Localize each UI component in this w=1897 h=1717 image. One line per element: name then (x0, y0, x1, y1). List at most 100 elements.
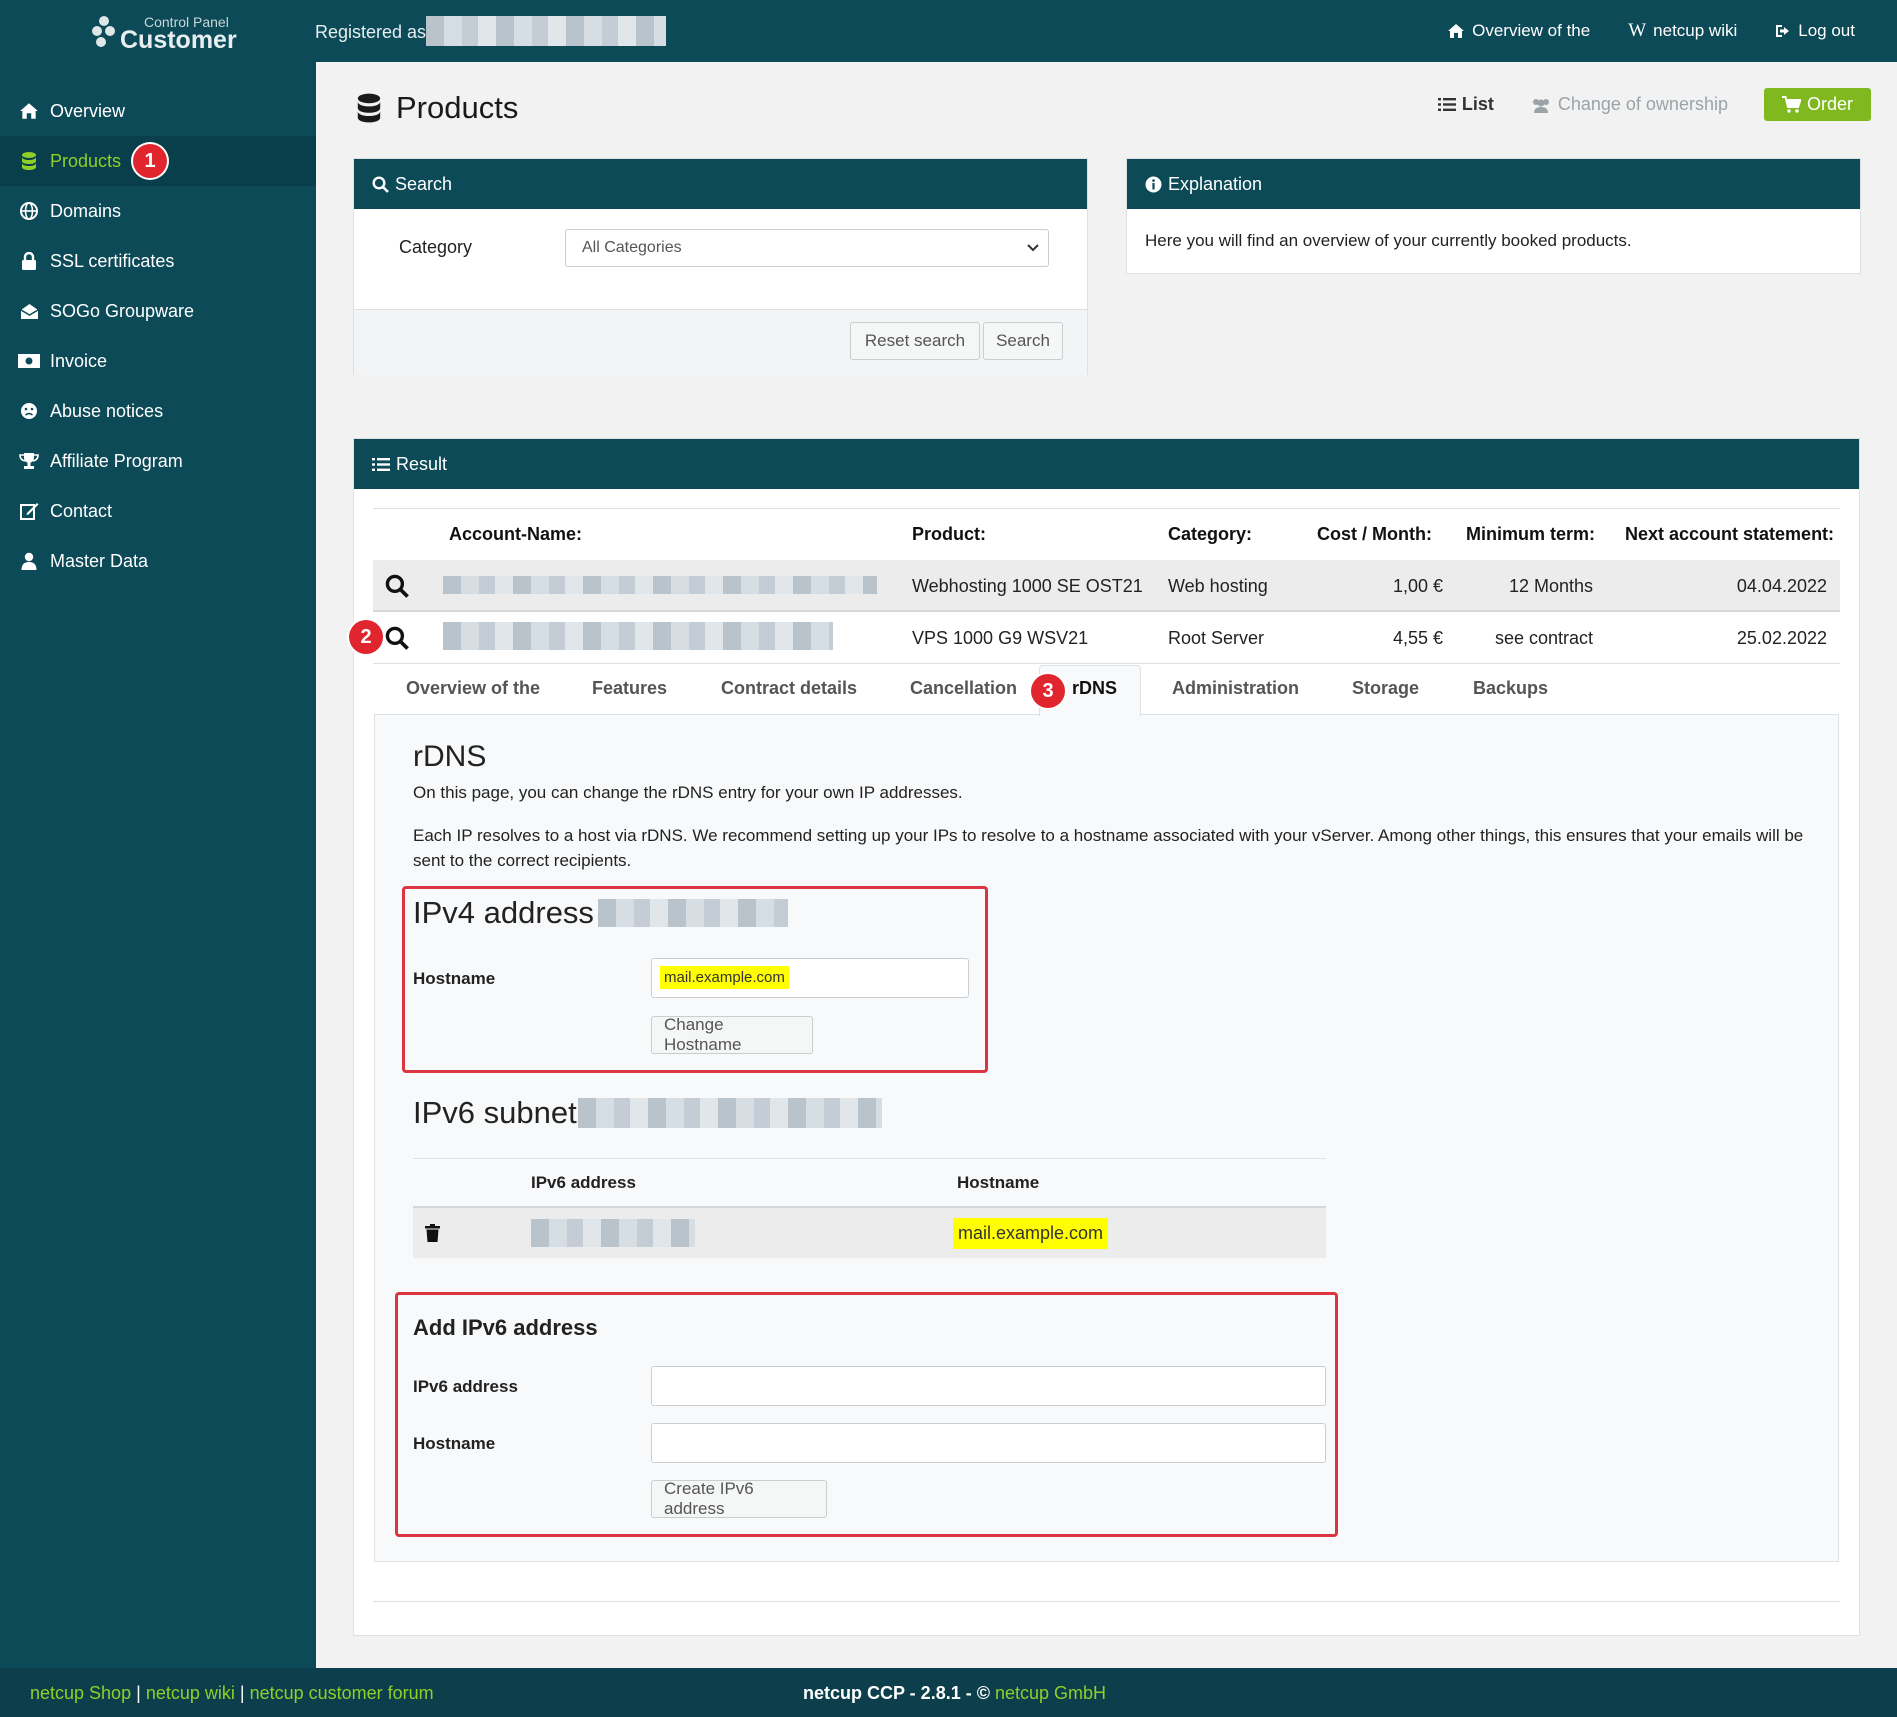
netcup-shop-link[interactable]: netcup Shop (30, 1683, 131, 1703)
row-next-statement: 04.04.2022 (1736, 576, 1827, 596)
database-icon (357, 93, 381, 123)
result-bottom-divider (373, 1601, 1840, 1602)
explanation-text: Here you will find an overview of your c… (1145, 231, 1632, 250)
netcup-wiki-footer-link[interactable]: netcup wiki (146, 1683, 235, 1703)
step-badge-1: 1 (133, 144, 168, 178)
add-hostname-input[interactable] (651, 1423, 1326, 1463)
sidebar-item-contact[interactable]: Contact (0, 486, 316, 536)
tab-contract-details[interactable]: Contract details (721, 678, 857, 699)
users-icon (1532, 98, 1549, 113)
list-button-label: List (1461, 94, 1494, 114)
result-panel-title: Result (396, 453, 448, 474)
home-icon (1448, 24, 1465, 38)
tab-backups[interactable]: Backups (1473, 678, 1548, 699)
trash-icon[interactable] (425, 1224, 440, 1242)
create-ipv6-address-button[interactable]: Create IPv6 address (651, 1479, 827, 1518)
page-title-text: Products (396, 90, 519, 125)
registered-as-label: Registered as (315, 22, 427, 42)
wikipedia-icon: W (1628, 20, 1647, 41)
tab-overview[interactable]: Overview of the (406, 678, 540, 699)
ipv4-hostname-label: Hostname (413, 969, 496, 988)
rdns-heading: rDNS (413, 740, 487, 773)
sidebar-item-label: Contact (50, 500, 113, 521)
list-button[interactable]: List (1437, 94, 1494, 115)
database-icon (18, 151, 40, 171)
sidebar-item-label: Products (50, 150, 122, 171)
redacted-ipv4-address (598, 899, 788, 927)
table-row[interactable]: VPS 1000 G9 WSV21 Root Server 4,55 € see… (373, 612, 1840, 664)
change-of-ownership-button[interactable]: Change of ownership (1530, 94, 1728, 115)
step-badge-2: 2 (349, 620, 383, 654)
column-account-name: Account-Name: (449, 524, 583, 544)
order-button[interactable]: Order (1763, 88, 1871, 121)
sidebar-item-domains[interactable]: Domains (0, 186, 316, 236)
tab-storage[interactable]: Storage (1352, 678, 1419, 699)
sidebar-item-products[interactable]: Products 1 (0, 136, 316, 186)
sidebar-item-affiliate-program[interactable]: Affiliate Program (0, 436, 316, 486)
row-product: Webhosting 1000 SE OST21 (912, 576, 1143, 596)
row-cost: 1,00 € (1392, 576, 1443, 596)
netcup-wiki-link[interactable]: W netcup wiki (1628, 20, 1737, 42)
sidebar-item-invoice[interactable]: Invoice (0, 336, 316, 386)
change-hostname-button[interactable]: Change Hostname (651, 1015, 813, 1054)
sidebar-item-overview[interactable]: Overview (0, 86, 316, 136)
info-icon (1145, 176, 1162, 192)
add-ipv6-address-input[interactable] (651, 1366, 1326, 1406)
ipv6-subnet-heading: IPv6 subnet (413, 1095, 577, 1130)
sidebar-item-abuse-notices[interactable]: Abuse notices (0, 386, 316, 436)
overview-link[interactable]: Overview of the (1447, 20, 1590, 42)
category-select[interactable]: All Categories (565, 229, 1049, 267)
list-icon (372, 457, 390, 471)
page-title: Products (356, 90, 518, 126)
row-next-statement: 25.02.2022 (1736, 628, 1827, 648)
sidebar-item-label: Affiliate Program (50, 450, 183, 471)
customer-control-panel-logo[interactable]: Control Panel Customer (88, 10, 238, 54)
tab-administration[interactable]: Administration (1172, 678, 1299, 699)
sidebar-item-label: Overview (50, 100, 126, 121)
tab-features[interactable]: Features (592, 678, 667, 699)
list-icon (1437, 98, 1456, 111)
globe-icon (18, 201, 40, 221)
explanation-panel-header: Explanation (1127, 159, 1860, 209)
change-of-ownership-label: Change of ownership (1557, 94, 1728, 114)
explanation-panel-title: Explanation (1168, 173, 1263, 194)
logout-link[interactable]: Log out (1775, 20, 1855, 42)
home-icon (18, 101, 40, 121)
reset-search-button[interactable]: Reset search (850, 322, 980, 360)
step-badge-3: 3 (1031, 674, 1065, 708)
trophy-icon (18, 451, 40, 471)
sidebar-item-sogo-groupware[interactable]: SOGo Groupware (0, 286, 316, 336)
customer-forum-link[interactable]: netcup customer forum (250, 1683, 434, 1703)
redacted-account-name (443, 622, 833, 650)
netcup-gmbh-link[interactable]: netcup GmbH (995, 1683, 1106, 1703)
tab-rdns[interactable]: rDNS (1072, 678, 1117, 699)
sidebar-item-master-data[interactable]: Master Data (0, 536, 316, 586)
add-hostname-label: Hostname (413, 1434, 496, 1453)
search-button[interactable]: Search (983, 322, 1063, 360)
sidebar-item-label: Master Data (50, 550, 149, 571)
footer-separator: | (136, 1683, 141, 1703)
add-ipv6-heading: Add IPv6 address (413, 1315, 598, 1340)
search-icon[interactable] (385, 626, 409, 650)
sidebar: Overview Products 1 Domains SSL certific… (0, 62, 316, 1668)
ipv4-hostname-value: mail.example.com (660, 966, 789, 989)
frown-icon (18, 401, 40, 421)
overview-link-label: Overview of the (1472, 21, 1591, 40)
envelope-open-icon (18, 301, 40, 321)
sidebar-item-label: Invoice (50, 350, 108, 371)
column-next-account-statement: Next account statement: (1625, 524, 1835, 544)
column-cost-month: Cost / Month: (1317, 524, 1432, 544)
ipv4-hostname-input[interactable]: mail.example.com (651, 958, 969, 998)
search-icon[interactable] (385, 574, 409, 598)
column-category: Category: (1168, 524, 1253, 544)
redacted-account-name (443, 576, 877, 594)
tab-cancellation[interactable]: Cancellation (910, 678, 1017, 699)
footer: netcup Shop | netcup wiki | netcup custo… (0, 1668, 1897, 1717)
result-panel-header: Result (354, 439, 1859, 489)
row-product: VPS 1000 G9 WSV21 (912, 628, 1089, 648)
redacted-ipv6-address (531, 1219, 695, 1247)
sidebar-item-label: Domains (50, 200, 122, 221)
table-row[interactable]: Webhosting 1000 SE OST21 Web hosting 1,0… (373, 560, 1840, 612)
sidebar-item-ssl-certificates[interactable]: SSL certificates (0, 236, 316, 286)
ipv6-column-address: IPv6 address (531, 1173, 636, 1192)
